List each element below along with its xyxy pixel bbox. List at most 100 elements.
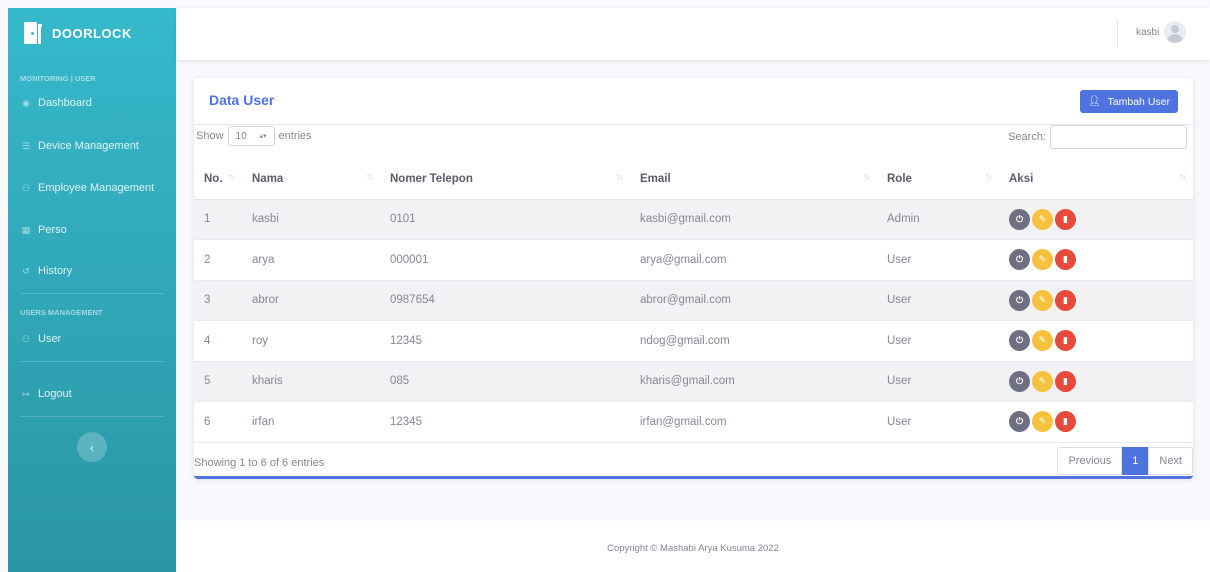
sidebar-item-history[interactable]: ↺ History	[8, 265, 176, 277]
device-icon: ☰	[21, 140, 31, 151]
power-icon: ⏻	[1015, 416, 1024, 427]
cell-aksi: ⏻ ✎ ▮	[999, 361, 1193, 402]
sidebar-item-label: Device Management	[38, 140, 139, 152]
page-size-select[interactable]: 10 ▴▾	[227, 126, 275, 146]
cell-role: User	[877, 361, 999, 402]
trash-icon: ▮	[1063, 294, 1068, 305]
entries-label: entries	[278, 130, 312, 142]
column-label: Email	[640, 172, 671, 185]
copyright-text: Copyright © Mashabi Arya Kusuma 2022	[607, 543, 779, 554]
delete-button[interactable]: ▮	[1055, 411, 1076, 433]
sidebar-heading-users-management: USERS MANAGEMENT	[20, 308, 103, 317]
cell-nama: arya	[242, 239, 380, 281]
search-input[interactable]	[1050, 125, 1187, 149]
cell-telepon: 12345	[380, 320, 630, 362]
trash-icon: ▮	[1063, 254, 1068, 265]
cell-email: abror@gmail.com	[630, 280, 877, 321]
delete-button[interactable]: ▮	[1055, 370, 1076, 392]
previous-page-button[interactable]: Previous	[1057, 447, 1123, 475]
sort-icon: ↑↓	[985, 172, 992, 181]
cell-role: User	[877, 320, 999, 362]
history-icon: ↺	[22, 265, 30, 276]
cell-nama: roy	[242, 320, 380, 362]
cell-no: 1	[194, 199, 242, 240]
power-button[interactable]: ⏻	[1009, 289, 1030, 311]
edit-button[interactable]: ✎	[1032, 249, 1053, 271]
cell-role: User	[877, 239, 999, 281]
column-label: No.	[204, 172, 223, 185]
column-header-role[interactable]: Role ↑↓	[877, 159, 999, 200]
cell-telepon: 0101	[380, 199, 630, 240]
column-header-aksi[interactable]: Aksi ↑↓	[999, 159, 1193, 200]
sidebar-item-device-management[interactable]: ☰ Device Management	[8, 140, 176, 152]
avatar[interactable]	[1164, 21, 1186, 43]
power-button[interactable]: ⏻	[1009, 330, 1030, 352]
trash-icon: ▮	[1063, 416, 1068, 427]
column-label: Role	[887, 172, 912, 185]
brand-name: DOORLOCK	[52, 25, 132, 41]
sidebar-item-employee-management[interactable]: ⚇ Employee Management	[8, 182, 176, 194]
sidebar-heading-monitoring: MONITORING | USER	[20, 74, 96, 83]
power-button[interactable]: ⏻	[1009, 249, 1030, 271]
cell-no: 2	[194, 239, 242, 281]
sidebar-item-label: Logout	[38, 388, 72, 400]
edit-button[interactable]: ✎	[1032, 208, 1053, 230]
column-header-nama[interactable]: Nama ↑↓	[242, 159, 380, 200]
power-button[interactable]: ⏻	[1009, 411, 1030, 433]
delete-button[interactable]: ▮	[1055, 208, 1076, 230]
delete-button[interactable]: ▮	[1055, 330, 1076, 352]
sidebar-item-user[interactable]: ⚇ User	[8, 333, 176, 345]
chevron-left-icon: ‹	[89, 439, 95, 455]
delete-button[interactable]: ▮	[1055, 249, 1076, 271]
cell-email: kasbi@gmail.com	[630, 199, 877, 240]
column-label: Nama	[252, 172, 284, 185]
brand[interactable]: DOORLOCK	[8, 8, 176, 58]
data-user-card: Data User 👤︎ Tambah User Show 10 ▴▾ entr…	[194, 78, 1193, 479]
cell-aksi: ⏻ ✎ ▮	[999, 239, 1193, 281]
delete-button[interactable]: ▮	[1055, 289, 1076, 311]
cell-aksi: ⏻ ✎ ▮	[999, 320, 1193, 362]
user-plus-icon: 👤︎	[1087, 96, 1101, 107]
column-header-nomer-telepon[interactable]: Nomer Telepon ↑↓	[380, 159, 630, 200]
column-header-no[interactable]: No. ↑↓	[194, 159, 242, 200]
power-button[interactable]: ⏻	[1009, 370, 1030, 392]
power-icon: ⏻	[1015, 375, 1024, 386]
next-page-button[interactable]: Next	[1148, 447, 1193, 475]
edit-button[interactable]: ✎	[1032, 289, 1053, 311]
building-icon: ▦	[21, 224, 31, 235]
add-user-label: Tambah User	[1107, 95, 1170, 108]
add-user-button[interactable]: 👤︎ Tambah User	[1079, 90, 1178, 113]
edit-icon: ✎	[1038, 254, 1047, 265]
sort-icon: ↑↓	[366, 172, 373, 181]
cell-no: 4	[194, 320, 242, 362]
page-button-1[interactable]: 1	[1122, 447, 1149, 475]
power-icon: ⏻	[1015, 213, 1024, 224]
power-button[interactable]: ⏻	[1009, 208, 1030, 230]
edit-button[interactable]: ✎	[1032, 411, 1053, 433]
power-icon: ⏻	[1015, 335, 1024, 346]
sidebar-divider	[20, 293, 164, 294]
footer: Copyright © Mashabi Arya Kusuma 2022	[176, 521, 1210, 572]
users-icon: ⚇	[21, 182, 31, 193]
edit-button[interactable]: ✎	[1032, 330, 1053, 352]
cell-aksi: ⏻ ✎ ▮	[999, 401, 1193, 443]
column-header-email[interactable]: Email ↑↓	[630, 159, 877, 200]
power-icon: ⏻	[1015, 294, 1024, 305]
cell-role: User	[877, 280, 999, 321]
table-row: 6 irfan 12345 irfan@gmail.com User ⏻ ✎ ▮	[194, 401, 1193, 443]
table-tools: Show 10 ▴▾ entries Search:	[194, 125, 1193, 158]
cell-nama: kasbi	[242, 199, 380, 240]
trash-icon: ▮	[1063, 375, 1068, 386]
search-label: Search:	[1008, 131, 1046, 143]
edit-button[interactable]: ✎	[1032, 370, 1053, 392]
user-name[interactable]: kasbi	[1136, 27, 1159, 38]
column-label: Aksi	[1009, 172, 1034, 185]
sidebar-item-label: Dashboard	[38, 97, 92, 109]
sidebar-toggle-button[interactable]: ‹	[77, 432, 107, 462]
sidebar: DOORLOCK MONITORING | USER ◉ Dashboard ☰…	[8, 8, 176, 572]
topbar-divider	[1117, 20, 1118, 48]
table-row: 5 kharis 085 kharis@gmail.com User ⏻ ✎ ▮	[194, 361, 1193, 402]
sidebar-item-logout[interactable]: ↦ Logout	[8, 388, 176, 400]
sidebar-item-perso[interactable]: ▦ Perso	[8, 224, 176, 236]
sidebar-item-dashboard[interactable]: ◉ Dashboard	[8, 97, 176, 109]
